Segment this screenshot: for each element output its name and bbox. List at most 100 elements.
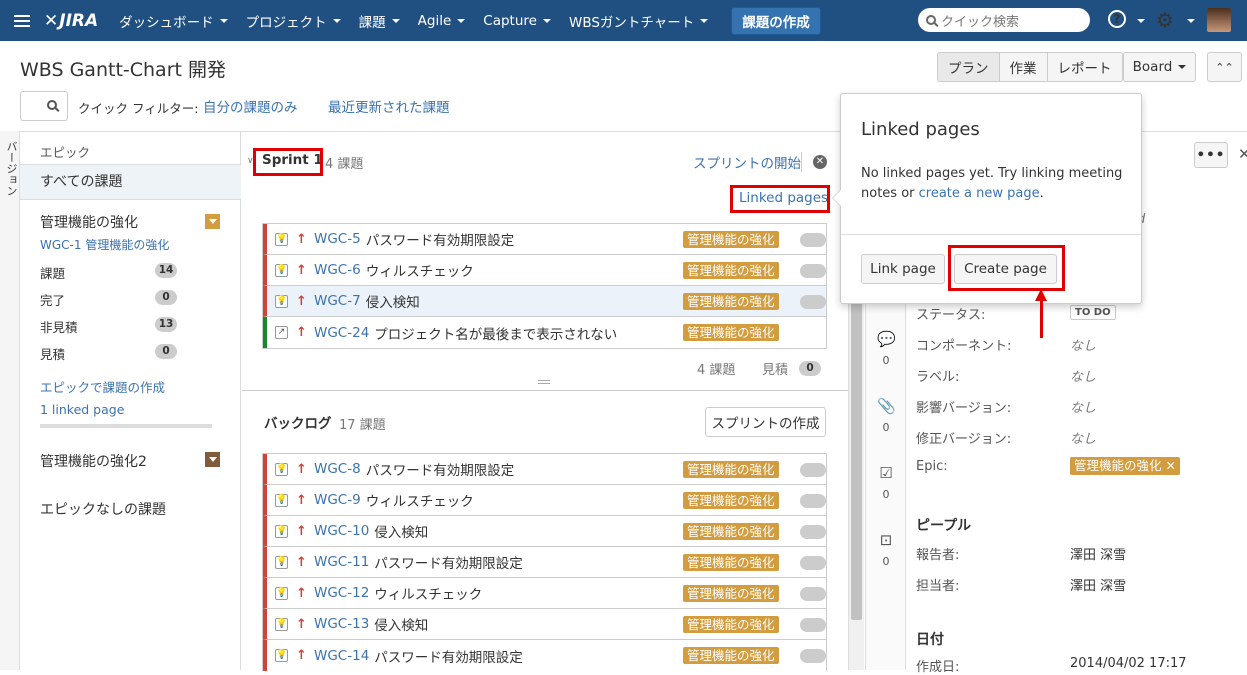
status-badge[interactable]: TO DO — [1070, 305, 1116, 320]
people-section-title: ピープル — [916, 518, 972, 534]
jira-logo[interactable]: ✕ JIRA — [44, 11, 98, 31]
create-new-page-link[interactable]: create a new page — [919, 186, 1040, 201]
collapse-header-button[interactable]: ⌃⌃ — [1207, 52, 1242, 82]
epic-menu-icon[interactable] — [205, 214, 220, 229]
scrollbar-thumb[interactable] — [851, 300, 862, 620]
priority-up-icon: ↑ — [296, 325, 307, 340]
field-label: 影響バージョン: — [916, 401, 1012, 416]
epic-lozenge[interactable]: 管理機能の強化 ✕ — [1070, 457, 1180, 475]
create-issue-in-epic-link[interactable]: エピックで課題の作成 — [40, 377, 165, 396]
board-menu-button[interactable]: Board — [1123, 52, 1196, 82]
table-row[interactable]: 💡 ↑ WGC-6 ウィルスチェック 管理機能の強化 — [263, 255, 826, 286]
epic-label: 管理機能の強化 — [683, 293, 779, 310]
estimate-badge — [800, 649, 826, 663]
filter-my-issues[interactable]: 自分の課題のみ — [203, 96, 298, 116]
table-row[interactable]: 💡 ↑ WGC-8 パスワード有効期限設定 管理機能の強化 — [263, 454, 826, 485]
subtask-count: 0 — [882, 488, 890, 501]
paperclip-icon[interactable]: 📎 — [877, 397, 896, 415]
annotation-arrow-shaft — [1040, 300, 1043, 338]
work-mode-button[interactable]: 作業 — [999, 52, 1048, 82]
close-icon[interactable]: ✕ — [1238, 145, 1247, 163]
field-value[interactable]: なし — [1070, 397, 1096, 416]
comment-icon[interactable]: 💬 — [877, 330, 896, 348]
issue-key[interactable]: WGC-5 — [314, 231, 361, 247]
popup-divider — [841, 234, 1141, 235]
sprint-divider — [242, 390, 848, 391]
table-row[interactable]: 💡 ↑ WGC-9 ウィルスチェック 管理機能の強化 — [263, 485, 826, 516]
version-panel-tab[interactable]: バージョン — [0, 131, 20, 670]
nav-capture[interactable]: Capture — [474, 0, 560, 41]
improvement-icon: 💡 — [275, 524, 288, 538]
epic-all-issues[interactable]: すべての課題 — [20, 164, 241, 200]
field-value[interactable]: なし — [1070, 428, 1096, 447]
table-row[interactable]: 💡 ↑ WGC-7 侵入検知 管理機能の強化 — [263, 286, 826, 317]
link-page-button[interactable]: Link page — [861, 254, 945, 284]
camera-icon[interactable]: ⊡ — [877, 531, 895, 549]
issue-key[interactable]: WGC-7 — [314, 293, 361, 309]
issue-key[interactable]: WGC-14 — [314, 648, 369, 664]
nav-projects[interactable]: プロジェクト — [237, 0, 350, 41]
issue-summary: ウィルスチェック — [374, 587, 483, 603]
epic-key-link[interactable]: WGC-1 管理機能の強化 — [40, 236, 169, 253]
issue-key[interactable]: WGC-13 — [314, 616, 369, 632]
start-sprint-link[interactable]: スプリントの開始 — [693, 152, 801, 172]
estimate-badge — [800, 587, 826, 601]
field-value[interactable]: なし — [1070, 335, 1096, 354]
quick-search-input[interactable]: クイック検索 — [918, 8, 1090, 32]
no-epic-issues[interactable]: エピックなしの課題 — [40, 499, 166, 519]
issue-summary: 侵入検知 — [365, 295, 420, 311]
filter-search-input[interactable] — [20, 91, 68, 121]
nav-wbs-gantt[interactable]: WBSガントチャート — [560, 0, 717, 41]
epic-menu-icon[interactable] — [205, 452, 220, 467]
priority-up-icon: ↑ — [296, 554, 307, 570]
report-mode-button[interactable]: レポート — [1047, 52, 1123, 82]
menu-icon[interactable] — [0, 0, 44, 41]
more-actions-button[interactable]: ••• — [1194, 142, 1228, 168]
checklist-icon[interactable]: ☑ — [877, 464, 895, 482]
user-avatar[interactable] — [1207, 8, 1231, 32]
nav-agile[interactable]: Agile — [409, 0, 475, 41]
quick-filter-label: クイック フィルター: — [78, 101, 199, 116]
issue-key[interactable]: WGC-6 — [314, 262, 361, 278]
issue-key[interactable]: WGC-10 — [314, 523, 369, 539]
create-sprint-button[interactable]: スプリントの作成 — [705, 407, 826, 437]
nav-dashboard[interactable]: ダッシュボード — [110, 0, 237, 41]
table-row[interactable]: 💡 ↑ WGC-13 侵入検知 管理機能の強化 — [263, 609, 826, 640]
linked-page-link[interactable]: 1 linked page — [40, 402, 124, 417]
table-row[interactable]: 💡 ↑ WGC-11 パスワード有効期限設定 管理機能の強化 — [263, 547, 826, 578]
filter-recently-updated[interactable]: 最近更新された課題 — [328, 96, 450, 116]
reporter-value[interactable]: 澤田 深雪 — [1070, 544, 1126, 563]
table-row[interactable]: 💡 ↑ WGC-12 ウィルスチェック 管理機能の強化 — [263, 578, 826, 609]
epic-label: 管理機能の強化 — [683, 262, 779, 279]
estimate-badge — [800, 556, 826, 570]
gear-icon[interactable]: ⚙ — [1156, 9, 1174, 31]
field-label: コンポーネント: — [916, 339, 1012, 354]
estimate-badge — [800, 494, 826, 508]
table-row[interactable]: ↗ ↑ WGC-24 プロジェクト名が最後まで表示されない 管理機能の強化 — [263, 317, 826, 348]
plan-mode-button[interactable]: プラン — [937, 52, 1000, 82]
issue-key[interactable]: WGC-11 — [314, 554, 369, 570]
sprint-issue-count: 4 課題 — [325, 157, 364, 172]
issue-key[interactable]: WGC-8 — [314, 461, 361, 477]
issue-key[interactable]: WGC-9 — [314, 492, 361, 508]
issue-key[interactable]: WGC-12 — [314, 585, 369, 601]
table-row[interactable]: 💡 ↑ WGC-10 侵入検知 管理機能の強化 — [263, 516, 826, 547]
epic-panel: エピック すべての課題 管理機能の強化 WGC-1 管理機能の強化 課題 14 … — [20, 132, 241, 670]
close-icon[interactable]: ✕ — [813, 155, 827, 169]
chevron-down-icon — [542, 18, 551, 23]
nav-issues[interactable]: 課題 — [350, 0, 409, 41]
table-row[interactable]: 💡 ↑ WGC-14 パスワード有効期限設定 管理機能の強化 — [263, 640, 826, 671]
help-icon[interactable]: ? — [1108, 10, 1126, 28]
epic-name[interactable]: 管理機能の強化 — [40, 212, 138, 232]
create-issue-button[interactable]: 課題の作成 — [731, 6, 821, 35]
improvement-icon: 💡 — [275, 493, 288, 507]
backlog-issue-count: 17 課題 — [339, 418, 386, 433]
field-value[interactable]: なし — [1070, 366, 1096, 385]
issue-key[interactable]: WGC-24 — [314, 325, 369, 341]
epic-name[interactable]: 管理機能の強化2 — [40, 451, 147, 471]
issue-summary: ウィルスチェック — [365, 494, 474, 510]
drag-handle[interactable] — [538, 380, 550, 384]
assignee-value[interactable]: 澤田 深雪 — [1070, 575, 1126, 594]
table-row[interactable]: 💡 ↑ WGC-5 パスワード有効期限設定 管理機能の強化 — [263, 224, 826, 255]
jira-x-icon: ✕ — [44, 10, 59, 31]
